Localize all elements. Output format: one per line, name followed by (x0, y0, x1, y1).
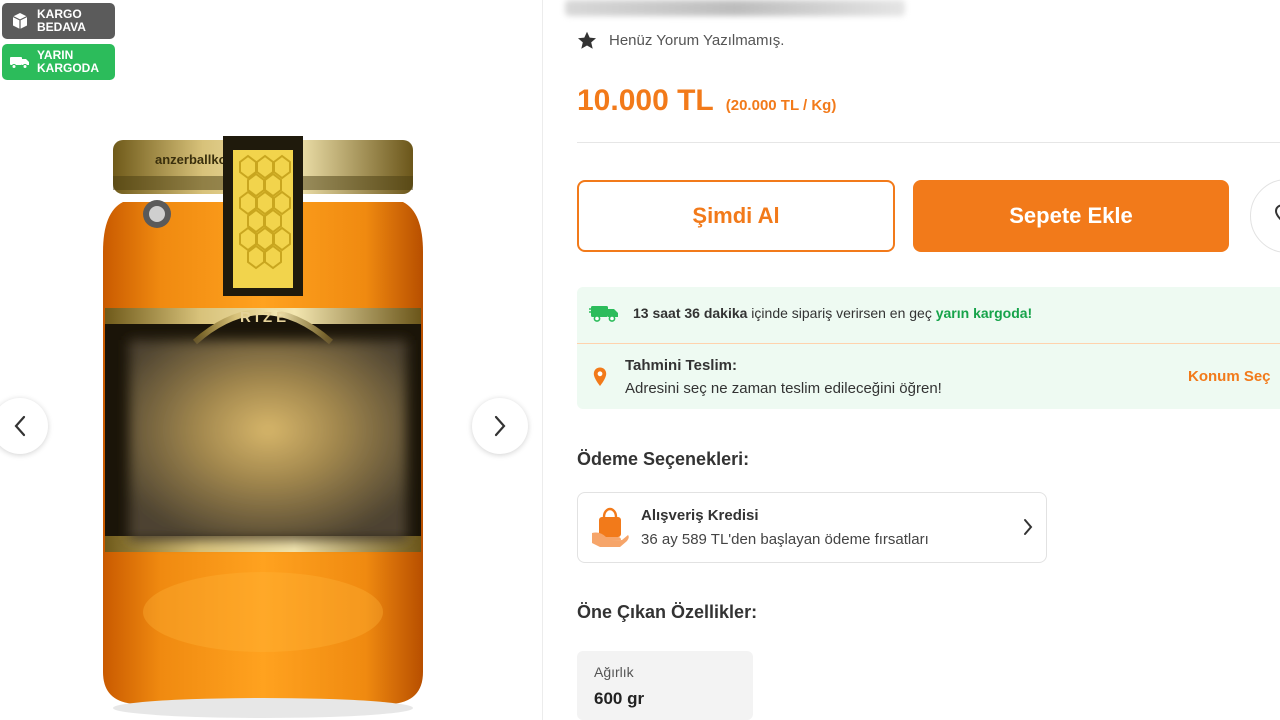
add-to-cart-button[interactable]: Sepete Ekle (913, 180, 1229, 252)
favorite-button[interactable] (1250, 179, 1280, 253)
truck-icon (589, 306, 618, 322)
featured-specs-title: Öne Çıkan Özellikler: (577, 602, 758, 622)
countdown-time: 13 saat 36 dakika (633, 305, 748, 321)
free-shipping-badge: KARGO BEDAVA (2, 3, 115, 39)
label-title: RİZE (240, 309, 290, 326)
buy-now-button[interactable]: Şimdi Al (577, 180, 895, 252)
spec-label: Ağırlık (594, 664, 634, 680)
product-title-blurred (565, 0, 905, 16)
delivery-info: 13 saat 36 dakika içinde sipariş verirse… (577, 287, 1280, 409)
credit-subtitle: 36 ay 589 TL'den başlayan ödeme fırsatla… (641, 531, 929, 548)
spec-value: 600 gr (594, 689, 645, 708)
delivery-divider (577, 343, 1280, 344)
review-summary[interactable]: Henüz Yorum Yazılmamış. (577, 31, 784, 50)
select-location-link[interactable]: Konum Seç (1188, 368, 1271, 385)
truck-icon (9, 51, 31, 73)
spec-card-weight: Ağırlık 600 gr (577, 651, 753, 720)
chevron-right-icon (494, 415, 506, 437)
tomorrow-shipping-badge: YARIN KARGODA (2, 44, 115, 80)
product-gallery: KARGO BEDAVA YARIN KARGODA anzerballkoop… (0, 0, 542, 720)
chevron-left-icon (14, 415, 26, 437)
countdown-highlight: yarın kargoda! (935, 305, 1033, 321)
product-image[interactable]: anzerballkooperatif RİZE (95, 132, 431, 720)
shipping-countdown: 13 saat 36 dakika içinde sipariş verirse… (589, 303, 1032, 323)
payment-options-title: Ödeme Seçenekleri: (577, 449, 750, 469)
box-icon (9, 10, 31, 32)
chevron-right-icon (1024, 519, 1033, 535)
location-pin-icon (593, 367, 607, 386)
price: 10.000 TL (577, 84, 714, 117)
estimate-title: Tahmini Teslim: (625, 357, 737, 374)
tomorrow-shipping-label: YARIN KARGODA (37, 48, 99, 75)
price-divider (577, 142, 1280, 143)
star-icon (578, 31, 596, 49)
estimate-subtitle: Adresini seç ne zaman teslim edileceğini… (625, 380, 942, 397)
shopping-bag-icon (592, 507, 629, 547)
free-shipping-label: KARGO BEDAVA (37, 7, 86, 34)
heart-icon (1274, 204, 1280, 221)
gallery-prev-button[interactable] (0, 398, 48, 454)
price-block: 10.000 TL (20.000 TL / Kg) (577, 84, 836, 118)
countdown-text: içinde sipariş verirsen en geç (747, 305, 936, 321)
delivery-estimate: Tahmini Teslim: Adresini seç ne zaman te… (593, 357, 942, 397)
review-text: Henüz Yorum Yazılmamış. (609, 32, 785, 49)
shopping-credit-card[interactable]: Alışveriş Kredisi 36 ay 589 TL'den başla… (577, 492, 1047, 563)
product-info: Henüz Yorum Yazılmamış. 10.000 TL (20.00… (543, 0, 1280, 720)
unit-price: (20.000 TL / Kg) (725, 97, 837, 114)
credit-title: Alışveriş Kredisi (641, 507, 759, 524)
gallery-next-button[interactable] (472, 398, 528, 454)
